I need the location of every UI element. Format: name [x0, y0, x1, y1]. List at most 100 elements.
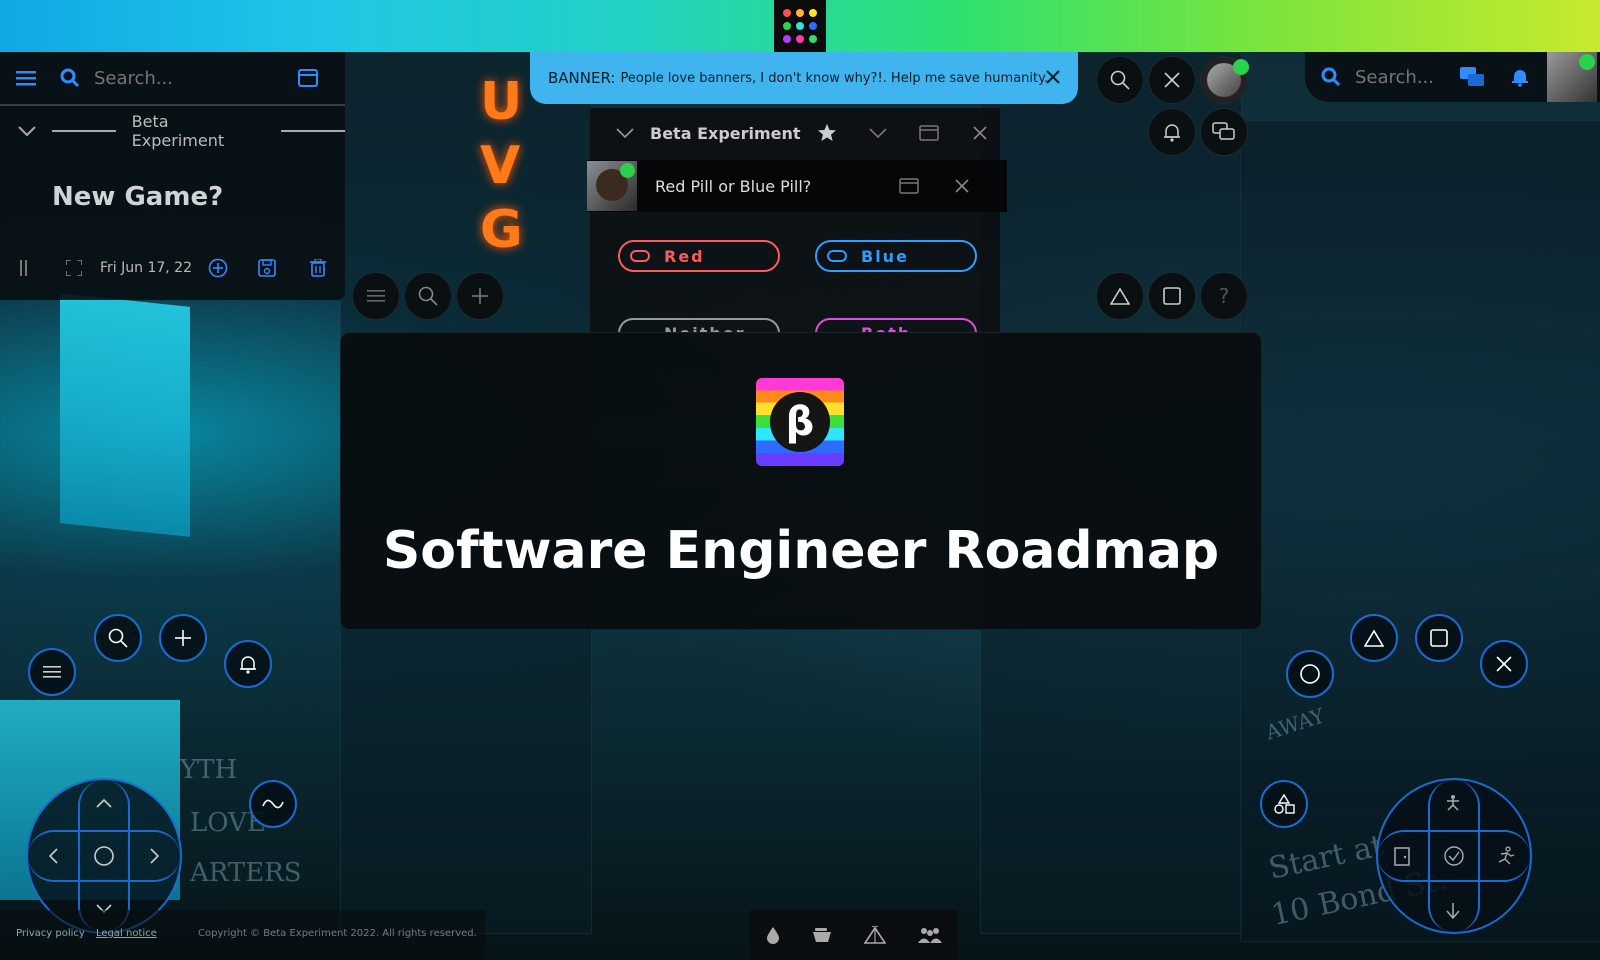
neither-option-button[interactable]: Neither: [618, 318, 780, 333]
experiment-window: Beta Experiment Red Pill or Blue Pill? R…: [587, 108, 1007, 333]
search-button[interactable]: [94, 614, 142, 662]
search-icon: [60, 68, 80, 88]
street-text: YTH: [180, 755, 238, 785]
left-panel: Beta Experiment New Game? Fri Jun 17, 22: [0, 52, 346, 300]
divider: [52, 130, 116, 132]
run-icon[interactable]: [1496, 846, 1516, 866]
blue-option-button[interactable]: Blue: [815, 240, 977, 272]
chevron-down-icon[interactable]: [18, 126, 36, 136]
window-icon[interactable]: [899, 178, 920, 194]
section-title: Beta Experiment: [131, 112, 225, 150]
add-button[interactable]: [456, 272, 504, 320]
option-label: Red: [664, 246, 705, 266]
red-option-button[interactable]: Red: [618, 240, 780, 272]
apps-grid-button[interactable]: [774, 0, 826, 52]
triangle-button[interactable]: [1096, 272, 1144, 320]
hero-card: β Software Engineer Roadmap: [340, 332, 1262, 630]
people-icon[interactable]: [917, 926, 943, 944]
bell-button[interactable]: [1148, 108, 1196, 156]
bell-button[interactable]: [224, 640, 272, 688]
left-search-bar: [0, 52, 345, 106]
online-check-icon: [1233, 59, 1249, 75]
right-search-bar: [1305, 52, 1600, 102]
close-icon[interactable]: [972, 126, 987, 140]
save-icon[interactable]: [258, 259, 276, 277]
circle-button[interactable]: [1286, 650, 1334, 698]
square-button[interactable]: [1148, 272, 1196, 320]
star-icon[interactable]: [817, 123, 837, 143]
section-header: Beta Experiment: [0, 108, 346, 154]
dpad-right: [1376, 778, 1532, 934]
window-icon[interactable]: [298, 69, 318, 87]
expand-icon[interactable]: [66, 260, 82, 276]
arrow-up-icon[interactable]: [96, 798, 112, 808]
door-icon[interactable]: [1392, 846, 1412, 866]
online-check-icon: [1579, 54, 1595, 70]
shapes-button[interactable]: [1260, 780, 1308, 828]
triangle-button[interactable]: [1350, 614, 1398, 662]
circle-icon[interactable]: [93, 845, 115, 867]
help-button[interactable]: ?: [1200, 272, 1248, 320]
search-button[interactable]: [404, 272, 452, 320]
game-toolbar: Fri Jun 17, 22: [0, 250, 345, 286]
search-button[interactable]: [1096, 56, 1144, 104]
legal-link[interactable]: Legal notice: [96, 928, 157, 939]
add-button[interactable]: [159, 614, 207, 662]
chat-header: Red Pill or Blue Pill?: [587, 160, 1007, 212]
down-arrow-icon[interactable]: [1445, 902, 1461, 920]
apps-dot: [783, 9, 791, 17]
chat-title: Red Pill or Blue Pill?: [655, 176, 812, 196]
window-title: Beta Experiment: [650, 123, 801, 143]
square-button[interactable]: [1415, 614, 1463, 662]
jump-icon[interactable]: [1444, 794, 1462, 812]
both-option-button[interactable]: Both: [815, 318, 977, 333]
tent-icon[interactable]: [863, 926, 886, 944]
search-input[interactable]: [92, 66, 286, 90]
neon-sign: [60, 293, 190, 537]
menu-button[interactable]: [352, 272, 400, 320]
water-drop-icon[interactable]: [766, 926, 780, 944]
chat-button[interactable]: [1200, 108, 1248, 156]
beta-logo-letter: β: [770, 392, 830, 452]
menu-icon[interactable]: [16, 69, 36, 87]
search-icon: [1321, 67, 1341, 87]
toggle-icon: [827, 250, 847, 262]
close-icon[interactable]: [1046, 70, 1060, 84]
drag-handle-icon[interactable]: [20, 260, 28, 276]
close-button[interactable]: [1148, 56, 1196, 104]
avatar[interactable]: [587, 161, 637, 211]
chat-icon[interactable]: [1459, 66, 1485, 88]
street-text: ARTERS: [190, 858, 302, 888]
privacy-link[interactable]: Privacy policy: [16, 928, 85, 939]
wave-button[interactable]: [249, 780, 297, 828]
apps-dot: [783, 35, 791, 43]
copyright-text: Copyright © Beta Experiment 2022. All ri…: [198, 928, 477, 939]
check-circle-icon[interactable]: [1443, 845, 1465, 867]
hero-title: Software Engineer Roadmap: [382, 521, 1220, 581]
apps-dot: [796, 22, 804, 30]
divider: [281, 130, 346, 132]
chevron-down-icon[interactable]: [868, 128, 887, 138]
bowl-icon[interactable]: [811, 926, 833, 944]
apps-dot: [783, 22, 791, 30]
search-input[interactable]: [1353, 65, 1445, 89]
chevron-down-icon[interactable]: [616, 128, 634, 138]
bell-icon[interactable]: [1511, 67, 1529, 87]
menu-button[interactable]: [28, 648, 76, 696]
trash-icon[interactable]: [309, 259, 326, 277]
banner: BANNER: People love banners, I don't kno…: [530, 52, 1078, 104]
apps-dot: [809, 22, 817, 30]
avatar[interactable]: [1200, 56, 1249, 104]
avatar[interactable]: [1547, 52, 1597, 102]
banner-message: People love banners, I don't know why?!.…: [620, 70, 1049, 86]
banner-label: BANNER:: [548, 69, 616, 87]
close-button[interactable]: [1480, 640, 1528, 688]
apps-dot: [796, 35, 804, 43]
apps-dot: [809, 35, 817, 43]
game-heading: New Game?: [52, 182, 224, 212]
window-icon[interactable]: [918, 125, 939, 141]
arrow-right-icon[interactable]: [150, 848, 160, 864]
add-circle-icon[interactable]: [208, 258, 228, 278]
arrow-left-icon[interactable]: [48, 848, 58, 864]
close-icon[interactable]: [955, 179, 969, 193]
